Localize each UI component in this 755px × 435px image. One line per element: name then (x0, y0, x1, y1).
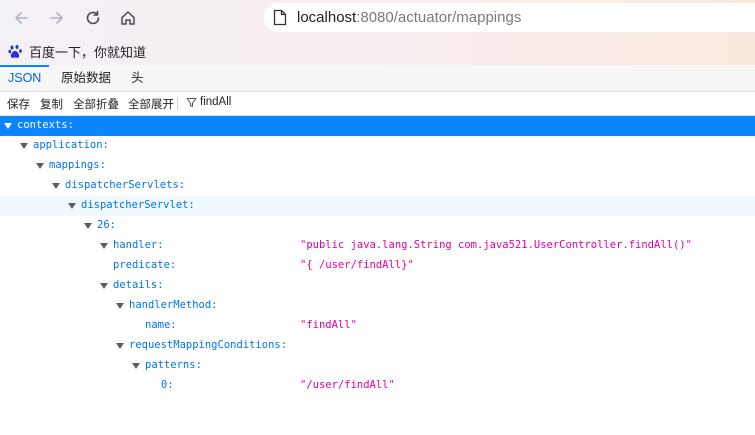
viewer-tabs: JSON 原始数据 头 (0, 65, 755, 92)
home-icon (121, 11, 135, 25)
reload-button[interactable] (81, 6, 105, 30)
toolbar-divider (177, 97, 178, 110)
expand-triangle-icon[interactable] (84, 223, 92, 229)
expand-triangle-icon[interactable] (4, 123, 12, 129)
browser-chrome: localhost:8080/actuator/mappings 百度一下，你就… (0, 0, 755, 65)
expand-triangle-icon[interactable] (100, 283, 108, 289)
json-row[interactable]: patterns: (0, 356, 755, 376)
expand-triangle-icon[interactable] (36, 163, 44, 169)
forward-button[interactable] (45, 6, 69, 30)
json-key: mappings: (49, 159, 106, 171)
forward-arrow-icon (50, 12, 63, 24)
tab-raw-data[interactable]: 原始数据 (53, 65, 119, 91)
json-key: details: (113, 279, 164, 291)
expand-triangle-icon[interactable] (116, 303, 124, 309)
filter-input[interactable]: findAll (186, 96, 231, 108)
save-button[interactable]: 保存 (7, 96, 30, 112)
json-string-value: "{ /user/findAll}" (300, 259, 414, 271)
json-key: handlerMethod: (129, 299, 218, 311)
bookmark-label: 百度一下，你就知道 (29, 44, 147, 60)
json-row[interactable]: handlerMethod: (0, 296, 755, 316)
filter-value: findAll (200, 96, 232, 108)
json-row[interactable]: 26: (0, 216, 755, 236)
expand-triangle-icon[interactable] (132, 363, 140, 369)
json-toolbar: 保存 复制 全部折叠 全部展开 findAll (0, 92, 755, 116)
expand-triangle-icon[interactable] (52, 183, 60, 189)
url-path: :8080/actuator/mappings (356, 9, 522, 26)
expand-triangle-icon[interactable] (116, 343, 124, 349)
url-host: localhost (297, 9, 357, 26)
expand-triangle-icon[interactable] (20, 143, 28, 149)
json-row[interactable]: dispatcherServlet: (0, 196, 755, 216)
json-key: contexts: (17, 119, 74, 131)
url-text: localhost:8080/actuator/mappings (297, 9, 521, 26)
copy-button[interactable]: 复制 (40, 96, 63, 112)
bookmark-baidu[interactable]: 百度一下，你就知道 (8, 41, 146, 61)
json-string-value: "public java.lang.String com.java521.Use… (300, 239, 692, 251)
json-key: patterns: (145, 359, 202, 371)
expand-triangle-icon[interactable] (68, 203, 76, 209)
json-row[interactable]: handler: "public java.lang.String com.ja… (0, 236, 755, 256)
json-tree: contexts: application: mappings: dispatc… (0, 116, 755, 396)
json-key: dispatcherServlets: (65, 179, 186, 191)
json-key: 0: (161, 379, 174, 391)
json-row[interactable]: mappings: (0, 156, 755, 176)
collapse-all-button[interactable]: 全部折叠 (73, 96, 119, 112)
home-button[interactable] (116, 6, 140, 30)
json-string-value: "/user/findAll" (300, 379, 395, 391)
json-row[interactable]: 0: "/user/findAll" (0, 376, 755, 396)
tab-json[interactable]: JSON (0, 65, 50, 91)
tab-headers[interactable]: 头 (123, 65, 152, 91)
expand-triangle-icon[interactable] (100, 243, 108, 249)
page-icon (273, 9, 287, 26)
back-button[interactable] (9, 6, 33, 30)
filter-funnel-icon (186, 97, 197, 107)
reload-icon (86, 10, 100, 25)
json-key: dispatcherServlet: (81, 199, 195, 211)
expand-all-button[interactable]: 全部展开 (128, 96, 174, 112)
json-key: name: (145, 319, 177, 331)
json-row[interactable]: contexts: (0, 116, 755, 136)
json-row[interactable]: predicate: "{ /user/findAll}" (0, 256, 755, 276)
baidu-paw-icon (8, 44, 22, 58)
json-row[interactable]: details: (0, 276, 755, 296)
json-row[interactable]: application: (0, 136, 755, 156)
json-row[interactable]: dispatcherServlets: (0, 176, 755, 196)
json-row[interactable]: name: "findAll" (0, 316, 755, 336)
json-key: predicate: (113, 259, 177, 271)
json-key: application: (33, 139, 109, 151)
json-key: handler: (113, 239, 164, 251)
json-string-value: "findAll" (300, 319, 357, 331)
json-key: requestMappingConditions: (129, 339, 288, 351)
json-key: 26: (97, 219, 116, 231)
json-row[interactable]: requestMappingConditions: (0, 336, 755, 356)
address-bar[interactable]: localhost:8080/actuator/mappings (264, 3, 755, 32)
back-arrow-icon (15, 12, 28, 24)
